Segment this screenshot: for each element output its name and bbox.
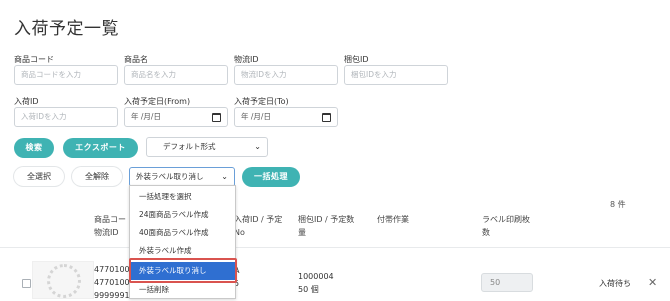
header-product: 商品コー 物流ID bbox=[94, 215, 126, 237]
search-button[interactable]: 検索 bbox=[14, 138, 54, 158]
header-arrival: 入荷ID / 予定 No bbox=[234, 215, 283, 237]
export-button[interactable]: エクスポート bbox=[63, 138, 138, 158]
result-count: 8 件 bbox=[610, 200, 626, 209]
product-code-label: 商品コード bbox=[14, 55, 54, 64]
select-all-button[interactable]: 全選択 bbox=[14, 167, 64, 186]
product-code-input[interactable]: 商品コードを入力 bbox=[14, 65, 118, 85]
row-package: 1000004 50 個 bbox=[298, 272, 334, 294]
logistics-id-input[interactable]: 物流IDを入力 bbox=[234, 65, 338, 85]
date-from-input[interactable]: 年 /月/日 bbox=[124, 107, 228, 127]
label-count-input[interactable]: 50 bbox=[481, 273, 533, 292]
highlight-box bbox=[129, 258, 237, 283]
product-name-label: 商品名 bbox=[124, 55, 148, 64]
header-package: 梱包ID / 予定数 量 bbox=[298, 215, 355, 237]
bulk-action-value: 外装ラベル取り消し bbox=[136, 172, 204, 181]
bulk-action-select[interactable]: 外装ラベル取り消し ⌄ bbox=[129, 167, 235, 187]
chevron-down-icon: ⌄ bbox=[221, 172, 228, 181]
table-divider bbox=[0, 247, 670, 248]
row-checkbox[interactable] bbox=[22, 279, 31, 288]
format-select[interactable]: デフォルト形式 ⌄ bbox=[146, 137, 268, 157]
date-from-label: 入荷予定日(From) bbox=[124, 97, 191, 106]
header-label-count: ラベル印刷枚 数 bbox=[482, 215, 530, 237]
package-id-label: 梱包ID bbox=[344, 55, 369, 64]
date-to-label: 入荷予定日(To) bbox=[234, 97, 289, 106]
date-to-input[interactable]: 年 /月/日 bbox=[234, 107, 338, 127]
format-select-value: デフォルト形式 bbox=[163, 142, 216, 151]
date-from-value: 年 /月/日 bbox=[131, 112, 161, 121]
dropdown-option[interactable]: 一括処理を選択 bbox=[130, 188, 235, 206]
deselect-all-button[interactable]: 全解除 bbox=[72, 167, 122, 186]
chevron-down-icon: ⌄ bbox=[254, 142, 261, 151]
logistics-id-label: 物流ID bbox=[234, 55, 259, 64]
package-id-input[interactable]: 梱包IDを入力 bbox=[344, 65, 448, 85]
dropdown-option[interactable]: 24面商品ラベル作成 bbox=[130, 206, 235, 224]
page-title: 入荷予定一覧 bbox=[14, 19, 119, 39]
product-name-input[interactable]: 商品名を入力 bbox=[124, 65, 228, 85]
calendar-icon[interactable] bbox=[322, 112, 331, 122]
status-label: 入荷待ち bbox=[599, 279, 631, 288]
date-to-value: 年 /月/日 bbox=[241, 112, 271, 121]
header-note: 付帯作業 bbox=[377, 215, 409, 224]
arrival-id-label: 入荷ID bbox=[14, 97, 39, 106]
row-codes: 4770100 4770100 9999991 bbox=[94, 265, 130, 300]
close-icon[interactable]: ✕ bbox=[648, 277, 657, 288]
calendar-icon[interactable] bbox=[212, 112, 221, 122]
product-image bbox=[32, 261, 94, 299]
arrival-id-input[interactable]: 入荷IDを入力 bbox=[14, 107, 118, 127]
dropdown-option[interactable]: 一括削除 bbox=[130, 281, 235, 299]
bulk-process-button[interactable]: 一括処理 bbox=[242, 167, 300, 187]
dropdown-option[interactable]: 40面商品ラベル作成 bbox=[130, 224, 235, 242]
